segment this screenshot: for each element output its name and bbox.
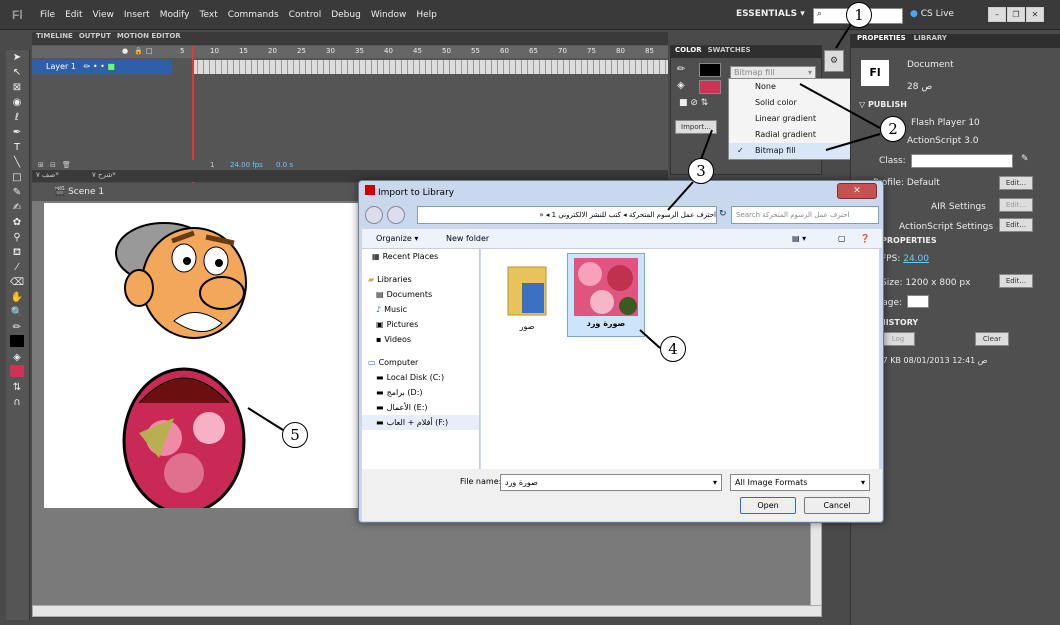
callout-2: 2 bbox=[880, 116, 906, 142]
annotation-arrows bbox=[247, 17, 881, 431]
callout-5: 5 bbox=[282, 422, 308, 448]
callout-3: 3 bbox=[688, 158, 714, 184]
callout-4: 4 bbox=[660, 336, 686, 362]
callout-1: 1 bbox=[846, 2, 872, 28]
